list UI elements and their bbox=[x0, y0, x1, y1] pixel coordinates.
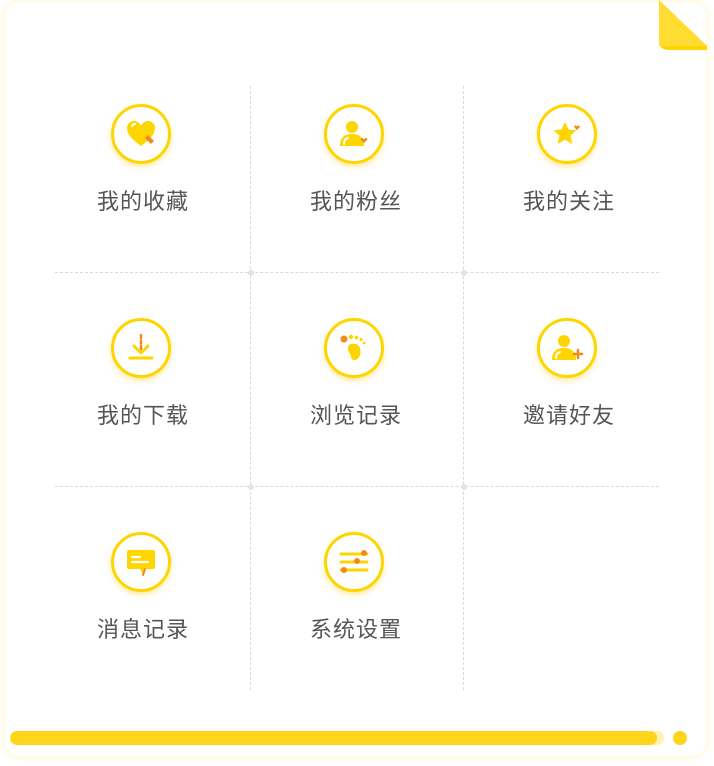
menu-item-downloads[interactable]: 我的下载 bbox=[37, 300, 249, 500]
menu-item-label: 浏览记录 bbox=[309, 404, 402, 429]
menu-item-following[interactable]: 我的关注 bbox=[463, 86, 675, 286]
corner-fold-decoration bbox=[659, 0, 707, 50]
menu-item-fans[interactable]: 我的粉丝 bbox=[250, 86, 462, 286]
progress-bar bbox=[10, 731, 664, 745]
menu-item-label: 我的粉丝 bbox=[309, 190, 402, 215]
download-icon bbox=[111, 318, 171, 378]
footprint-icon bbox=[324, 318, 384, 378]
settings-sliders-icon bbox=[324, 532, 384, 592]
menu-item-messages[interactable]: 消息记录 bbox=[37, 514, 249, 714]
menu-item-label: 消息记录 bbox=[96, 618, 189, 643]
menu-item-label: 我的下载 bbox=[96, 404, 189, 429]
message-icon bbox=[111, 532, 171, 592]
heart-icon bbox=[111, 104, 171, 164]
star-heart-icon bbox=[537, 104, 597, 164]
menu-grid: 我的收藏 我的粉丝 我的关注 我的下载 浏览记录 邀请好友 消息记录 系统设置 bbox=[37, 86, 677, 690]
menu-item-label: 我的收藏 bbox=[96, 190, 189, 215]
add-user-icon bbox=[537, 318, 597, 378]
menu-item-history[interactable]: 浏览记录 bbox=[250, 300, 462, 500]
user-heart-icon bbox=[324, 104, 384, 164]
progress-end-dot bbox=[673, 731, 687, 745]
menu-item-label: 我的关注 bbox=[522, 190, 615, 215]
menu-item-label: 系统设置 bbox=[309, 618, 402, 643]
menu-item-label: 邀请好友 bbox=[522, 404, 615, 429]
progress-bar-fill bbox=[10, 731, 658, 745]
menu-item-invite[interactable]: 邀请好友 bbox=[463, 300, 675, 500]
menu-item-settings[interactable]: 系统设置 bbox=[250, 514, 462, 714]
menu-item-favorites[interactable]: 我的收藏 bbox=[37, 86, 249, 286]
